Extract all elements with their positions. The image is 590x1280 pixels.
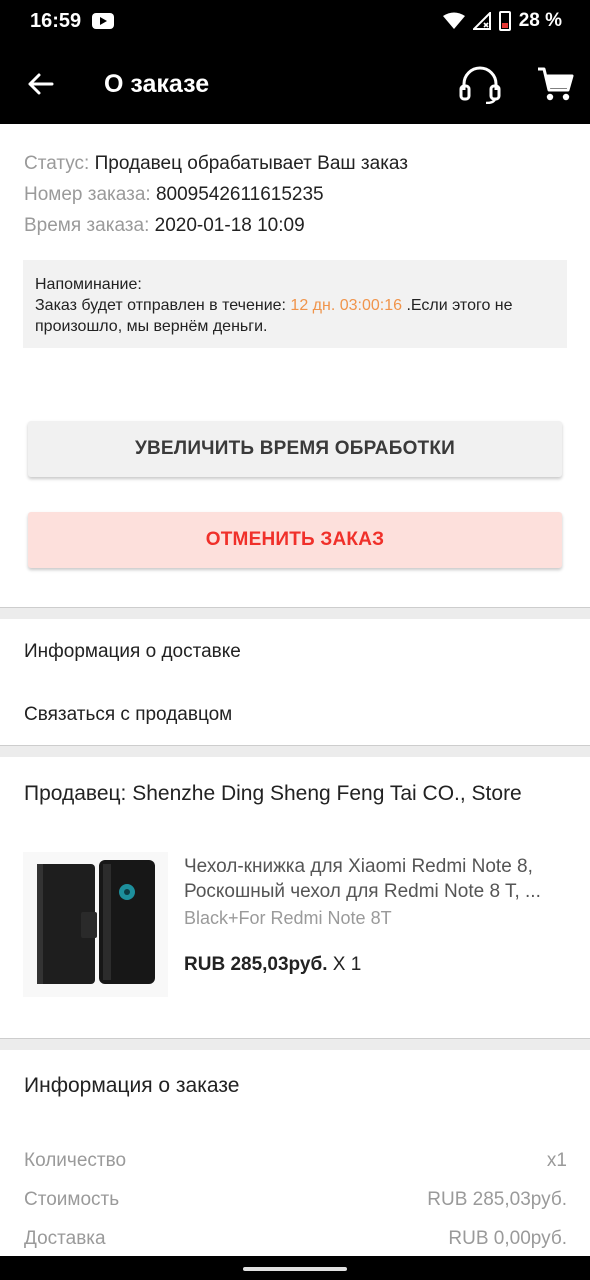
signal-icon xyxy=(472,12,491,30)
order-info-heading: Информация о заказе xyxy=(24,1074,240,1097)
info-row-cost: Стоимость RUB 285,03руб. xyxy=(24,1189,567,1211)
section-divider xyxy=(0,1038,590,1050)
info-row-value: x1 xyxy=(546,1150,567,1171)
order-time-label: Время заказа: xyxy=(24,215,150,236)
app-bar: О заказе xyxy=(0,46,590,124)
youtube-notification-icon xyxy=(92,13,114,29)
product-price: RUB 285,03руб. xyxy=(184,954,328,975)
info-row-label: Стоимость xyxy=(24,1189,120,1210)
reminder-text: Заказ будет отправлен в течение: 12 дн. … xyxy=(35,295,555,337)
order-number-row: Номер заказа: 8009542611615235 xyxy=(24,179,408,210)
cart-icon[interactable] xyxy=(536,66,574,102)
reminder-text-before: Заказ будет отправлен в течение: xyxy=(35,297,291,314)
product-variant: Black+For Redmi Note 8T xyxy=(184,908,392,928)
product-quantity: X 1 xyxy=(327,954,362,975)
wifi-icon xyxy=(442,12,465,29)
battery-percent: 28 % xyxy=(518,10,562,31)
order-summary: Статус: Продавец обрабатывает Ваш заказ … xyxy=(24,148,408,241)
order-time-row: Время заказа: 2020-01-18 10:09 xyxy=(24,210,408,241)
reminder-title: Напоминание: xyxy=(35,276,142,293)
contact-seller-link[interactable]: Связаться с продавцом xyxy=(24,704,232,726)
status-value: Продавец обрабатывает Ваш заказ xyxy=(94,153,408,174)
order-number-label: Номер заказа: xyxy=(24,184,151,205)
reminder-countdown: 12 дн. 03:00:16 xyxy=(290,297,403,314)
info-row-quantity: Количество x1 xyxy=(24,1150,567,1172)
cancel-order-button[interactable]: ОТМЕНИТЬ ЗАКАЗ xyxy=(28,512,562,568)
delivery-info-link[interactable]: Информация о доставке xyxy=(24,641,241,663)
product-price-row: RUB 285,03руб. X 1 xyxy=(184,954,361,976)
seller-name[interactable]: Продавец: Shenzhe Ding Sheng Feng Tai CO… xyxy=(24,782,522,806)
reminder-box: Напоминание: Заказ будет отправлен в теч… xyxy=(23,260,567,348)
status-indicators: 28 % xyxy=(442,10,562,32)
order-status-row: Статус: Продавец обрабатывает Ваш заказ xyxy=(24,148,408,179)
status-label: Статус: xyxy=(24,153,90,174)
status-time: 16:59 xyxy=(30,10,82,32)
battery-icon xyxy=(498,11,511,31)
navigation-bar xyxy=(0,1256,590,1280)
section-divider xyxy=(0,607,590,619)
product-title[interactable]: Чехол-книжка для Xiaomi Redmi Note 8, Ро… xyxy=(184,854,564,904)
order-time-value: 2020-01-18 10:09 xyxy=(154,215,305,236)
back-arrow-icon[interactable] xyxy=(22,66,58,102)
info-row-label: Количество xyxy=(24,1150,127,1171)
order-number-value: 8009542611615235 xyxy=(155,184,324,205)
info-row-value: RUB 0,00руб. xyxy=(448,1228,567,1249)
phone-case-image xyxy=(37,860,155,984)
home-gesture-handle[interactable] xyxy=(243,1267,347,1271)
product-image[interactable] xyxy=(23,852,168,997)
extend-processing-time-button[interactable]: УВЕЛИЧИТЬ ВРЕМЯ ОБРАБОТКИ xyxy=(28,421,562,477)
info-row-label: Доставка xyxy=(24,1228,106,1249)
info-row-value: RUB 285,03руб. xyxy=(427,1189,567,1210)
page-title: О заказе xyxy=(104,70,210,98)
status-bar: 16:59 28 % xyxy=(0,0,590,46)
info-row-shipping: Доставка RUB 0,00руб. xyxy=(24,1228,567,1250)
section-divider xyxy=(0,745,590,757)
support-headset-icon[interactable] xyxy=(458,66,502,104)
